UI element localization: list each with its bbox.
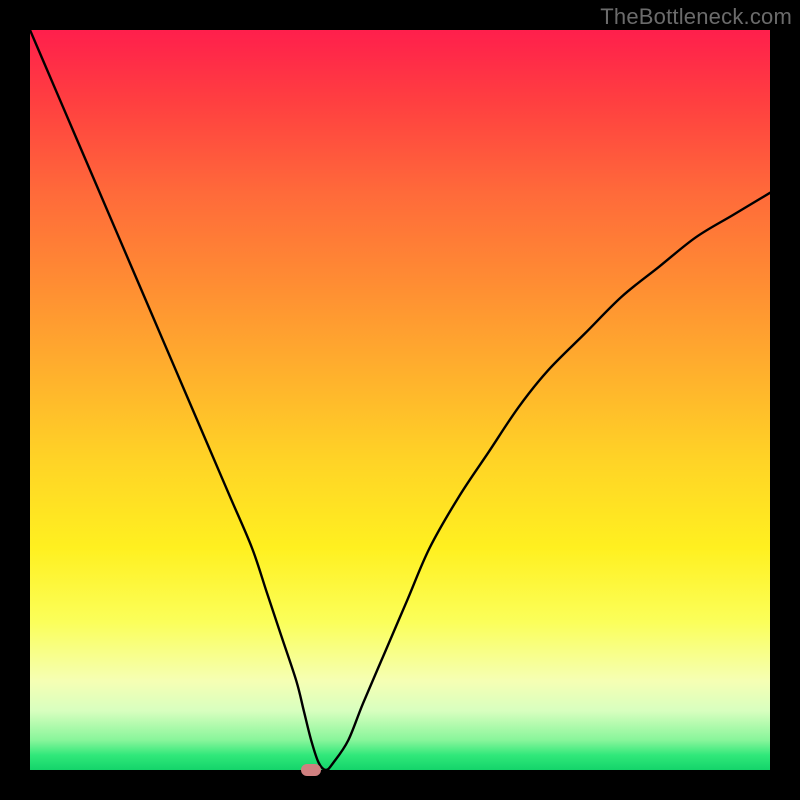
chart-frame: TheBottleneck.com xyxy=(0,0,800,800)
optimal-point-marker xyxy=(301,764,321,776)
watermark-text: TheBottleneck.com xyxy=(600,4,792,30)
plot-area xyxy=(30,30,770,770)
bottleneck-curve xyxy=(30,30,770,770)
